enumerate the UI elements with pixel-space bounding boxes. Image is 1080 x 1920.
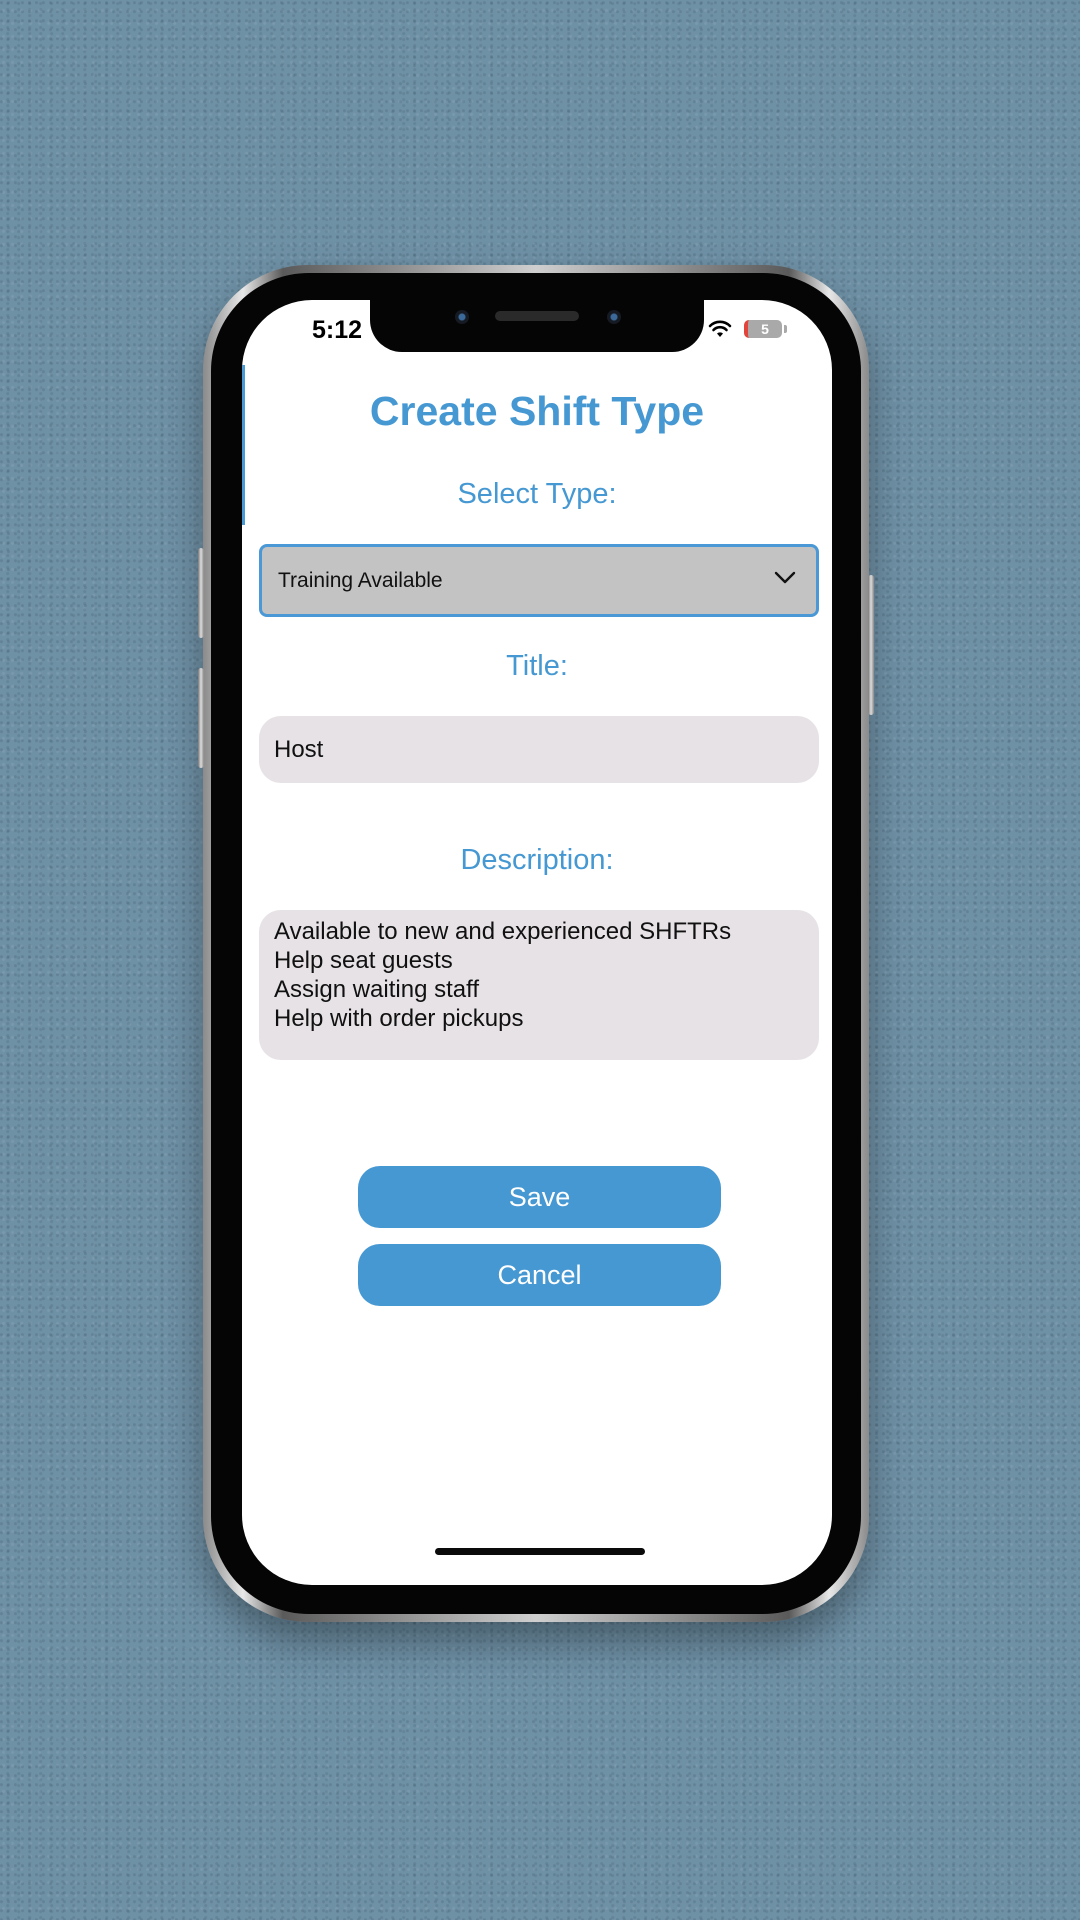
cancel-button[interactable]: Cancel [358,1244,721,1306]
description-label: Description: [460,844,614,876]
app-screen: 5:12 5 Create Shift Type Select Type: Tr… [242,300,832,1585]
home-indicator[interactable] [435,1548,645,1555]
shift-type-select-value: Training Available [278,569,443,592]
battery-cap [784,325,787,333]
mute-switch [198,548,204,638]
chevron-down-icon [774,571,796,584]
save-button[interactable]: Save [358,1166,721,1228]
title-field[interactable]: Host [259,716,819,783]
title-label: Title: [506,650,568,682]
camera-icon [455,310,469,324]
sensor-icon [607,310,621,324]
wifi-icon [708,320,732,337]
speaker-grille [495,311,579,321]
shift-type-select[interactable]: Training Available [259,544,819,617]
battery-icon: 5 [744,320,782,338]
page-title: Create Shift Type [369,388,705,434]
description-field[interactable]: Available to new and experienced SHFTRs … [259,910,819,1060]
power-button [868,575,874,715]
select-type-label: Select Type: [457,478,617,510]
volume-up-button [198,668,204,768]
notch [370,300,704,352]
status-time: 5:12 [312,316,363,344]
